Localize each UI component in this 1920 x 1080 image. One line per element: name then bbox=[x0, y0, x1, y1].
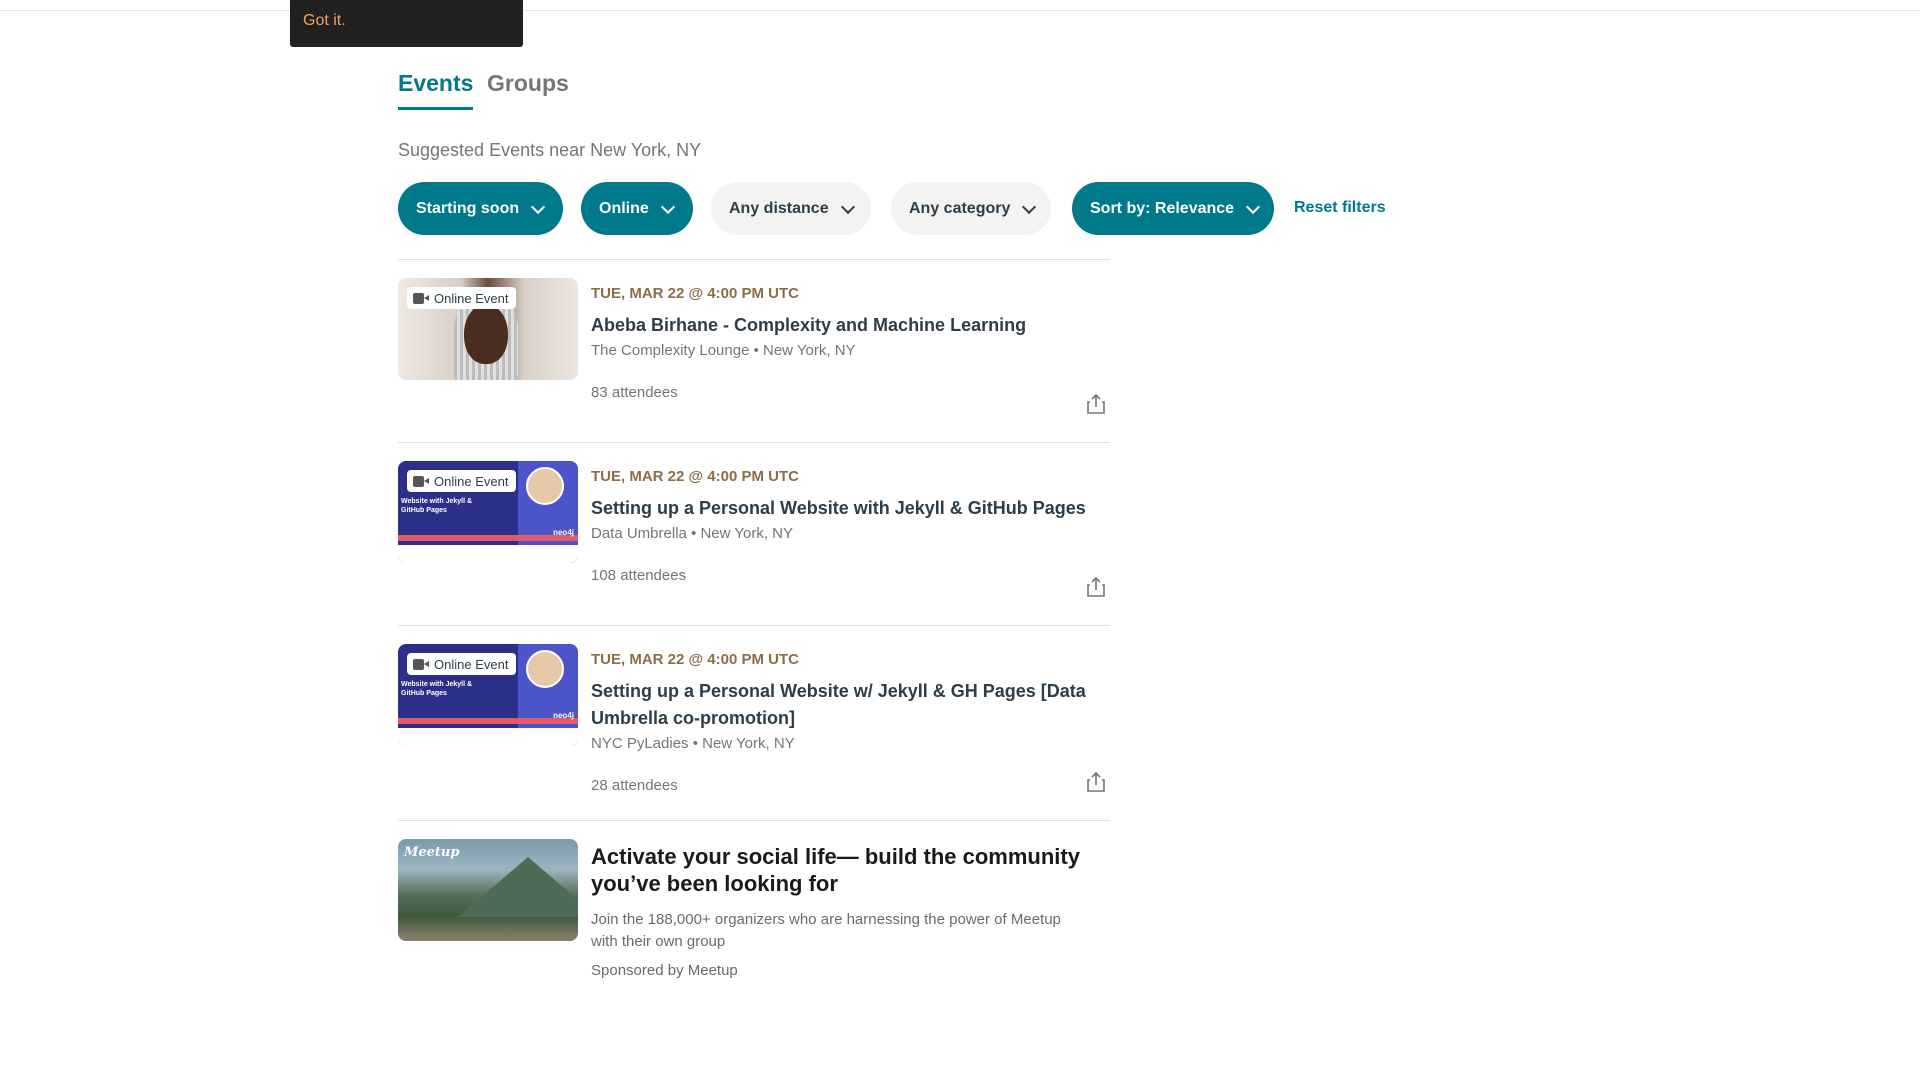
event-info: TUE, MAR 22 @ 4:00 PM UTC Setting up a P… bbox=[591, 468, 1091, 584]
promo-footer bbox=[398, 545, 578, 563]
filter-online[interactable]: Online bbox=[581, 182, 693, 235]
event-date: TUE, MAR 22 @ 4:00 PM UTC bbox=[591, 285, 799, 302]
badge-label: Online Event bbox=[434, 290, 509, 306]
promo-info: Activate your social life— build the com… bbox=[591, 843, 1091, 979]
filter-distance[interactable]: Any distance bbox=[711, 182, 871, 235]
event-title[interactable]: Setting up a Personal Website with Jekyl… bbox=[591, 495, 1091, 522]
filter-category[interactable]: Any category bbox=[891, 182, 1051, 235]
event-organizer: The Complexity Lounge • New York, NY bbox=[591, 342, 856, 359]
filter-label: Sort by: Relevance bbox=[1090, 199, 1235, 217]
share-icon[interactable] bbox=[1085, 771, 1107, 793]
video-camera-icon bbox=[413, 292, 429, 304]
event-attendees: 108 attendees bbox=[591, 567, 687, 584]
online-event-badge: Online Event bbox=[407, 653, 517, 675]
filter-label: Starting soon bbox=[416, 199, 520, 217]
online-event-badge: Online Event bbox=[407, 470, 517, 492]
promo-thumbnail[interactable]: Meetup bbox=[398, 839, 578, 941]
event-date: TUE, MAR 22 @ 4:00 PM UTC bbox=[591, 651, 799, 668]
thumb-logo: neo4j bbox=[553, 528, 574, 537]
event-list: Online Event TUE, MAR 22 @ 4:00 PM UTC A… bbox=[398, 259, 1110, 991]
event-organizer: Data Umbrella • New York, NY bbox=[591, 525, 793, 542]
thumb-text: Website with Jekyll & GitHub Pages bbox=[401, 498, 473, 514]
filter-bar: Starting soon Online Any distance Any ca… bbox=[398, 182, 1398, 235]
event-date: TUE, MAR 22 @ 4:00 PM UTC bbox=[591, 468, 799, 485]
event-attendees: 83 attendees bbox=[591, 384, 678, 401]
chevron-down-icon bbox=[841, 201, 857, 217]
chevron-down-icon bbox=[1246, 201, 1262, 217]
filter-label: Online bbox=[599, 199, 649, 217]
event-info: TUE, MAR 22 @ 4:00 PM UTC Setting up a P… bbox=[591, 651, 1091, 794]
event-title[interactable]: Abeba Birhane - Complexity and Machine L… bbox=[591, 312, 1091, 339]
online-event-badge: Online Event bbox=[407, 287, 517, 309]
share-icon[interactable] bbox=[1085, 576, 1107, 598]
meetup-logo: Meetup bbox=[404, 845, 460, 860]
promo-description: Join the 188,000+ organizers who are har… bbox=[591, 911, 1061, 950]
filter-sort[interactable]: Sort by: Relevance bbox=[1072, 182, 1274, 235]
sponsored-card[interactable]: Meetup Activate your social life— build … bbox=[398, 821, 1110, 991]
event-card[interactable]: Website with Jekyll & GitHub Pages neo4j… bbox=[398, 626, 1110, 820]
promo-footer bbox=[398, 728, 578, 746]
event-thumbnail[interactable]: Website with Jekyll & GitHub Pages neo4j… bbox=[398, 644, 578, 746]
cookie-toast: Got it. bbox=[290, 0, 523, 47]
promo-title[interactable]: Activate your social life— build the com… bbox=[591, 843, 1091, 897]
video-camera-icon bbox=[413, 658, 429, 670]
speaker-avatar bbox=[526, 650, 564, 688]
results-subtitle: Suggested Events near New York, NY bbox=[398, 140, 702, 160]
sponsored-label: Sponsored by Meetup bbox=[591, 962, 738, 979]
event-info: TUE, MAR 22 @ 4:00 PM UTC Abeba Birhane … bbox=[591, 285, 1091, 401]
badge-label: Online Event bbox=[434, 473, 509, 489]
thumb-text: Website with Jekyll & GitHub Pages bbox=[401, 681, 473, 697]
portrait-face bbox=[464, 304, 508, 364]
event-card[interactable]: Website with Jekyll & GitHub Pages neo4j… bbox=[398, 443, 1110, 625]
chevron-down-icon bbox=[1022, 201, 1038, 217]
thumb-logo: neo4j bbox=[553, 711, 574, 720]
filter-label: Any distance bbox=[729, 199, 829, 217]
chevron-down-icon bbox=[661, 201, 677, 217]
speaker-avatar bbox=[526, 467, 564, 505]
event-organizer: NYC PyLadies • New York, NY bbox=[591, 735, 795, 752]
filter-starting-soon[interactable]: Starting soon bbox=[398, 182, 563, 235]
promo-stripe bbox=[398, 718, 578, 724]
event-title[interactable]: Setting up a Personal Website w/ Jekyll … bbox=[591, 678, 1091, 732]
filter-label: Any category bbox=[909, 199, 1011, 217]
event-thumbnail[interactable]: Website with Jekyll & GitHub Pages neo4j… bbox=[398, 461, 578, 563]
mountain-graphic bbox=[458, 857, 578, 917]
share-icon[interactable] bbox=[1085, 393, 1107, 415]
event-attendees: 28 attendees bbox=[591, 777, 678, 794]
promo-stripe bbox=[398, 535, 578, 541]
event-thumbnail[interactable]: Online Event bbox=[398, 278, 578, 380]
chevron-down-icon bbox=[531, 201, 547, 217]
tab-events[interactable]: Events bbox=[398, 70, 474, 110]
video-camera-icon bbox=[413, 475, 429, 487]
top-border bbox=[0, 10, 1920, 11]
reset-filters-link[interactable]: Reset filters bbox=[1294, 199, 1386, 217]
got-it-link[interactable]: Got it. bbox=[303, 12, 346, 30]
tab-groups[interactable]: Groups bbox=[487, 70, 569, 97]
event-card[interactable]: Online Event TUE, MAR 22 @ 4:00 PM UTC A… bbox=[398, 260, 1110, 442]
badge-label: Online Event bbox=[434, 656, 509, 672]
